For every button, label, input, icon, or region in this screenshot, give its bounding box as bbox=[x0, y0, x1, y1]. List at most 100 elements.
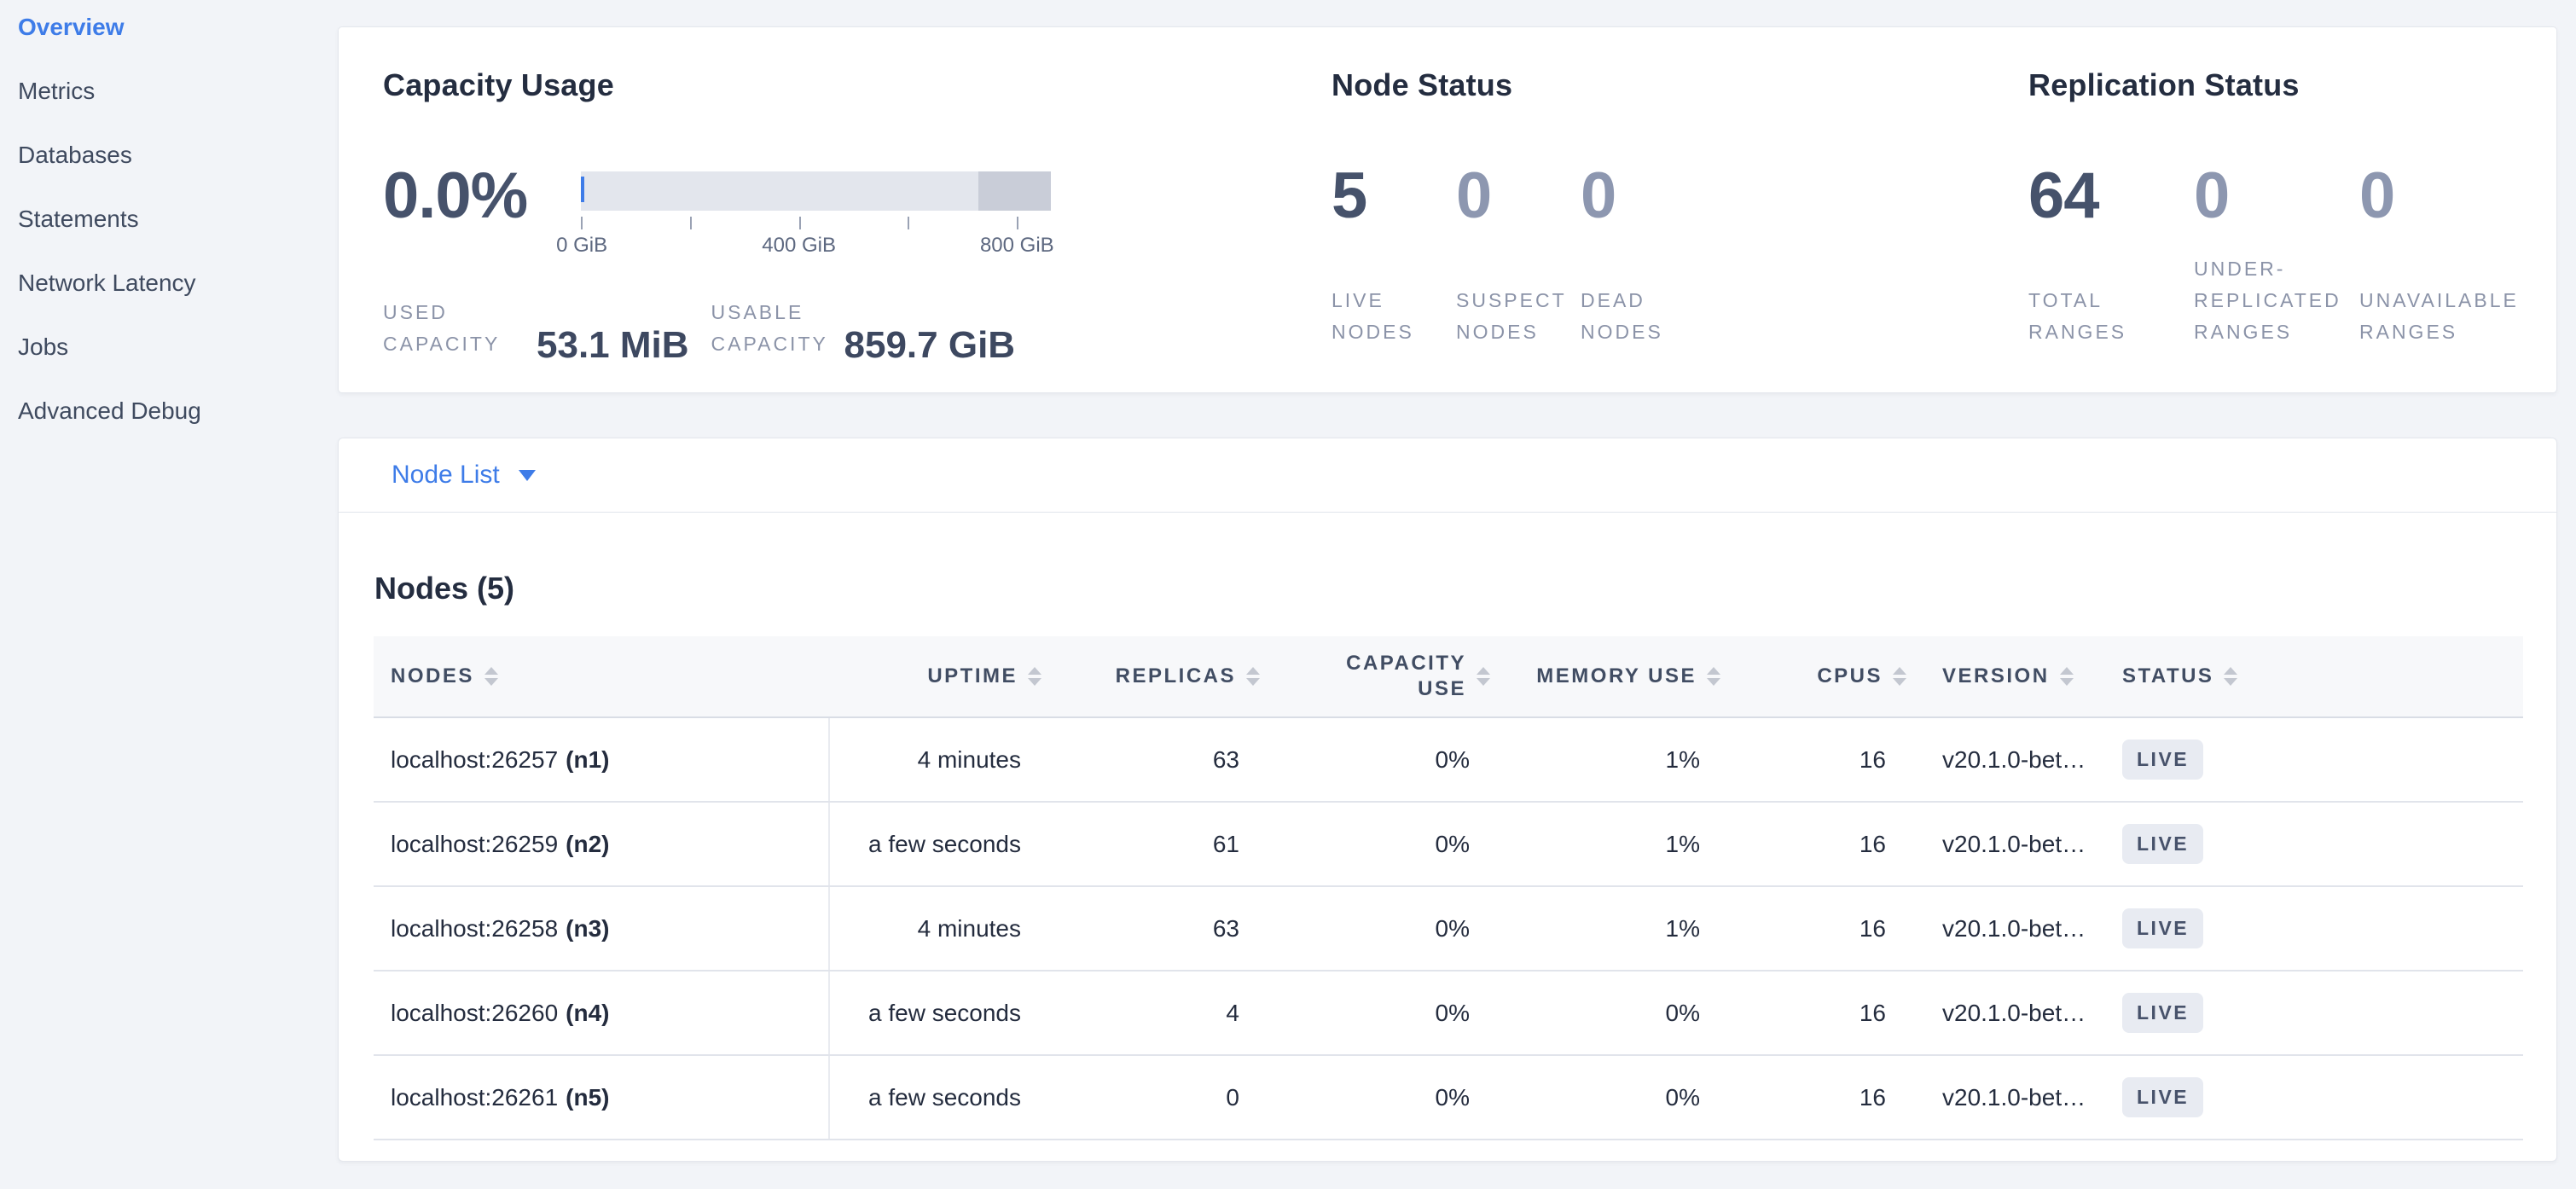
memory-use-cell: 1% bbox=[1499, 887, 1729, 970]
uptime-cell: a few seconds bbox=[830, 803, 1050, 885]
capacity-use-cell: 0% bbox=[1268, 718, 1499, 801]
cluster-summary-card: Capacity Usage 0.0% 0 GiB 400 GiB 8 bbox=[338, 26, 2557, 393]
capacity-use-cell: 0% bbox=[1268, 803, 1499, 885]
axis-tick bbox=[799, 217, 801, 229]
node-address-link[interactable]: localhost:26257 bbox=[391, 746, 558, 774]
status-cell: LIVE bbox=[2095, 803, 2523, 885]
usable-capacity-value: 859.7 GiB bbox=[844, 327, 1016, 364]
nodes-table-header: NODES UPTIME REPLICAS CAPACITY USE MEMOR… bbox=[374, 636, 2523, 718]
capacity-axis-labels: 0 GiB 400 GiB 800 GiB bbox=[581, 234, 1051, 259]
sidebar-item-databases[interactable]: Databases bbox=[0, 123, 338, 187]
nodes-table: NODES UPTIME REPLICAS CAPACITY USE MEMOR… bbox=[374, 636, 2523, 1140]
node-address-cell: localhost:26260 (n4) bbox=[374, 972, 830, 1054]
table-row[interactable]: localhost:26260 (n4) a few seconds 4 0% … bbox=[374, 972, 2523, 1056]
version-cell: v20.1.0-bet… bbox=[1915, 803, 2095, 885]
cpus-cell: 16 bbox=[1729, 718, 1915, 801]
capacity-use-cell: 0% bbox=[1268, 887, 1499, 970]
column-label: MEMORY USE bbox=[1536, 664, 1697, 688]
memory-use-cell: 0% bbox=[1499, 1056, 1729, 1139]
suspect-nodes-count: 0 bbox=[1456, 164, 1581, 229]
axis-tick bbox=[690, 217, 692, 229]
table-row[interactable]: localhost:26257 (n1) 4 minutes 63 0% 1% … bbox=[374, 718, 2523, 803]
column-label: REPLICAS bbox=[1116, 664, 1236, 688]
view-selector-bar: Node List bbox=[338, 438, 2557, 513]
capacity-bar-reserved-segment bbox=[978, 171, 1051, 211]
replicas-cell: 63 bbox=[1050, 887, 1268, 970]
cpus-cell: 16 bbox=[1729, 1056, 1915, 1139]
sort-icon[interactable] bbox=[2224, 667, 2237, 686]
sort-icon[interactable] bbox=[1246, 667, 1260, 686]
sidebar-item-overview[interactable]: Overview bbox=[0, 0, 338, 59]
sort-icon[interactable] bbox=[484, 667, 498, 686]
column-header-capacity-use[interactable]: CAPACITY USE bbox=[1268, 636, 1499, 716]
node-address-cell: localhost:26258 (n3) bbox=[374, 887, 830, 970]
node-address-link[interactable]: localhost:26259 bbox=[391, 831, 558, 858]
column-header-uptime[interactable]: UPTIME bbox=[830, 636, 1050, 716]
memory-use-cell: 0% bbox=[1499, 972, 1729, 1054]
replication-values: 64 0 0 bbox=[2028, 164, 2530, 229]
capacity-usage-title: Capacity Usage bbox=[383, 70, 614, 101]
cpus-cell: 16 bbox=[1729, 972, 1915, 1054]
sidebar-item-jobs[interactable]: Jobs bbox=[0, 315, 338, 379]
column-header-cpus[interactable]: CPUS bbox=[1729, 636, 1915, 716]
sidebar-item-metrics[interactable]: Metrics bbox=[0, 59, 338, 123]
version-cell: v20.1.0-bet… bbox=[1915, 718, 2095, 801]
version-cell: v20.1.0-bet… bbox=[1915, 887, 2095, 970]
sort-icon[interactable] bbox=[1477, 667, 1490, 686]
column-header-replicas[interactable]: REPLICAS bbox=[1050, 636, 1268, 716]
version-cell: v20.1.0-bet… bbox=[1915, 1056, 2095, 1139]
node-id: (n4) bbox=[566, 1000, 609, 1027]
version-cell: v20.1.0-bet… bbox=[1915, 972, 2095, 1054]
sidebar-item-network-latency[interactable]: Network Latency bbox=[0, 251, 338, 315]
table-row[interactable]: localhost:26258 (n3) 4 minutes 63 0% 1% … bbox=[374, 887, 2523, 972]
column-label: CAPACITY USE bbox=[1337, 651, 1466, 702]
sort-icon[interactable] bbox=[2060, 667, 2074, 686]
total-ranges-label: TOTAL RANGES bbox=[2028, 285, 2194, 348]
node-address-link[interactable]: localhost:26260 bbox=[391, 1000, 558, 1027]
unavailable-ranges-label: UNAVAILABLE RANGES bbox=[2359, 285, 2530, 348]
axis-tick bbox=[1017, 217, 1018, 229]
node-status-labels: LIVE NODES SUSPECT NODES DEAD NODES bbox=[1332, 241, 1705, 348]
column-label: NODES bbox=[391, 664, 474, 688]
capacity-use-cell: 0% bbox=[1268, 1056, 1499, 1139]
node-address-link[interactable]: localhost:26261 bbox=[391, 1084, 558, 1111]
status-cell: LIVE bbox=[2095, 887, 2523, 970]
unavailable-ranges-count: 0 bbox=[2359, 164, 2530, 229]
replicas-cell: 61 bbox=[1050, 803, 1268, 885]
node-status-panel: Node Status 5 0 0 LIVE NODES SUSPECT NOD… bbox=[1332, 27, 2014, 392]
nodes-table-title: Nodes (5) bbox=[374, 571, 514, 606]
dead-nodes-count: 0 bbox=[1581, 164, 1705, 229]
axis-tick bbox=[581, 217, 583, 229]
sort-icon[interactable] bbox=[1028, 667, 1041, 686]
capacity-axis-ticks bbox=[581, 214, 1051, 229]
sort-icon[interactable] bbox=[1893, 667, 1906, 686]
chevron-down-icon[interactable] bbox=[519, 470, 536, 481]
status-cell: LIVE bbox=[2095, 972, 2523, 1054]
replicas-cell: 4 bbox=[1050, 972, 1268, 1054]
sidebar-item-advanced-debug[interactable]: Advanced Debug bbox=[0, 379, 338, 443]
live-nodes-label: LIVE NODES bbox=[1332, 285, 1456, 348]
capacity-usage-panel: Capacity Usage 0.0% 0 GiB 400 GiB 8 bbox=[383, 27, 1321, 392]
column-header-status[interactable]: STATUS bbox=[2095, 636, 2523, 716]
used-capacity-label: USED CAPACITY bbox=[383, 297, 519, 360]
node-status-values: 5 0 0 bbox=[1332, 164, 1705, 229]
status-badge: LIVE bbox=[2122, 740, 2203, 780]
node-id: (n3) bbox=[566, 915, 609, 942]
node-list-dropdown[interactable]: Node List bbox=[392, 461, 500, 490]
sidebar-item-statements[interactable]: Statements bbox=[0, 187, 338, 251]
column-header-memory-use[interactable]: MEMORY USE bbox=[1499, 636, 1729, 716]
uptime-cell: 4 minutes bbox=[830, 887, 1050, 970]
table-row[interactable]: localhost:26261 (n5) a few seconds 0 0% … bbox=[374, 1056, 2523, 1140]
node-address-cell: localhost:26261 (n5) bbox=[374, 1056, 830, 1139]
column-header-version[interactable]: VERSION bbox=[1915, 636, 2095, 716]
table-row[interactable]: localhost:26259 (n2) a few seconds 61 0%… bbox=[374, 803, 2523, 887]
suspect-nodes-label: SUSPECT NODES bbox=[1456, 285, 1581, 348]
capacity-use-cell: 0% bbox=[1268, 972, 1499, 1054]
sidebar-nav: Overview Metrics Databases Statements Ne… bbox=[0, 0, 338, 443]
column-header-nodes[interactable]: NODES bbox=[374, 636, 830, 716]
uptime-cell: 4 minutes bbox=[830, 718, 1050, 801]
column-label: UPTIME bbox=[927, 664, 1018, 688]
sort-icon[interactable] bbox=[1707, 667, 1720, 686]
cpus-cell: 16 bbox=[1729, 887, 1915, 970]
node-address-link[interactable]: localhost:26258 bbox=[391, 915, 558, 942]
